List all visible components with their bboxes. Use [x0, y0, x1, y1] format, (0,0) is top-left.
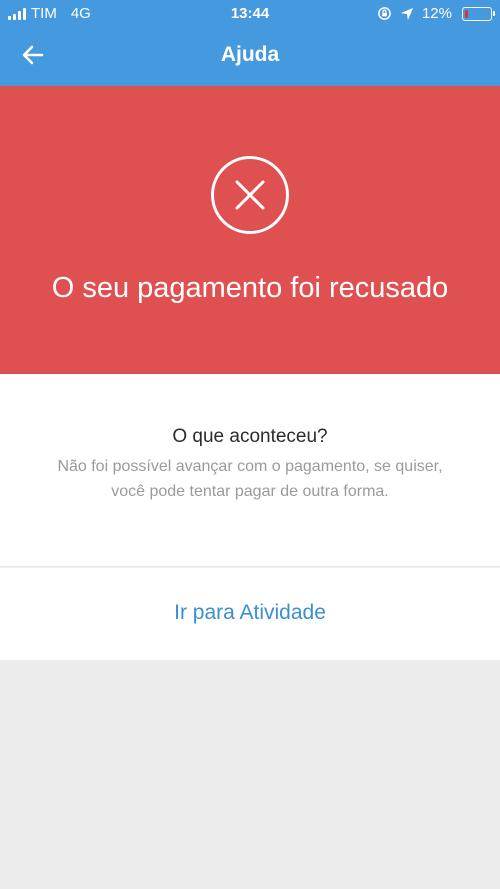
explanation-text: Não foi possível avançar com o pagamento… — [57, 458, 443, 500]
battery-percent: 12% — [421, 5, 452, 22]
action-row: Ir para Atividade — [0, 568, 500, 660]
explanation-card: O que aconteceu? Não foi possível avança… — [0, 374, 500, 567]
payment-status-banner: O seu pagamento foi recusado — [0, 86, 500, 374]
app-top-area: TIM 4G 13:44 12% Ajuda — [0, 0, 500, 86]
go-to-activity-link[interactable]: Ir para Atividade — [0, 601, 500, 625]
rotation-lock-icon — [378, 7, 391, 20]
app-header: Ajuda — [0, 28, 500, 86]
close-circle-icon — [211, 156, 289, 234]
battery-icon — [462, 6, 495, 21]
page-title: Ajuda — [220, 43, 280, 66]
payment-status-title: O seu pagamento foi recusado — [51, 272, 449, 304]
battery-level — [465, 9, 468, 18]
explanation-title: O que aconteceu? — [172, 426, 328, 447]
location-arrow-icon — [400, 7, 414, 20]
status-right: 12% — [377, 5, 495, 22]
status-bar: TIM 4G 13:44 12% — [0, 0, 500, 28]
